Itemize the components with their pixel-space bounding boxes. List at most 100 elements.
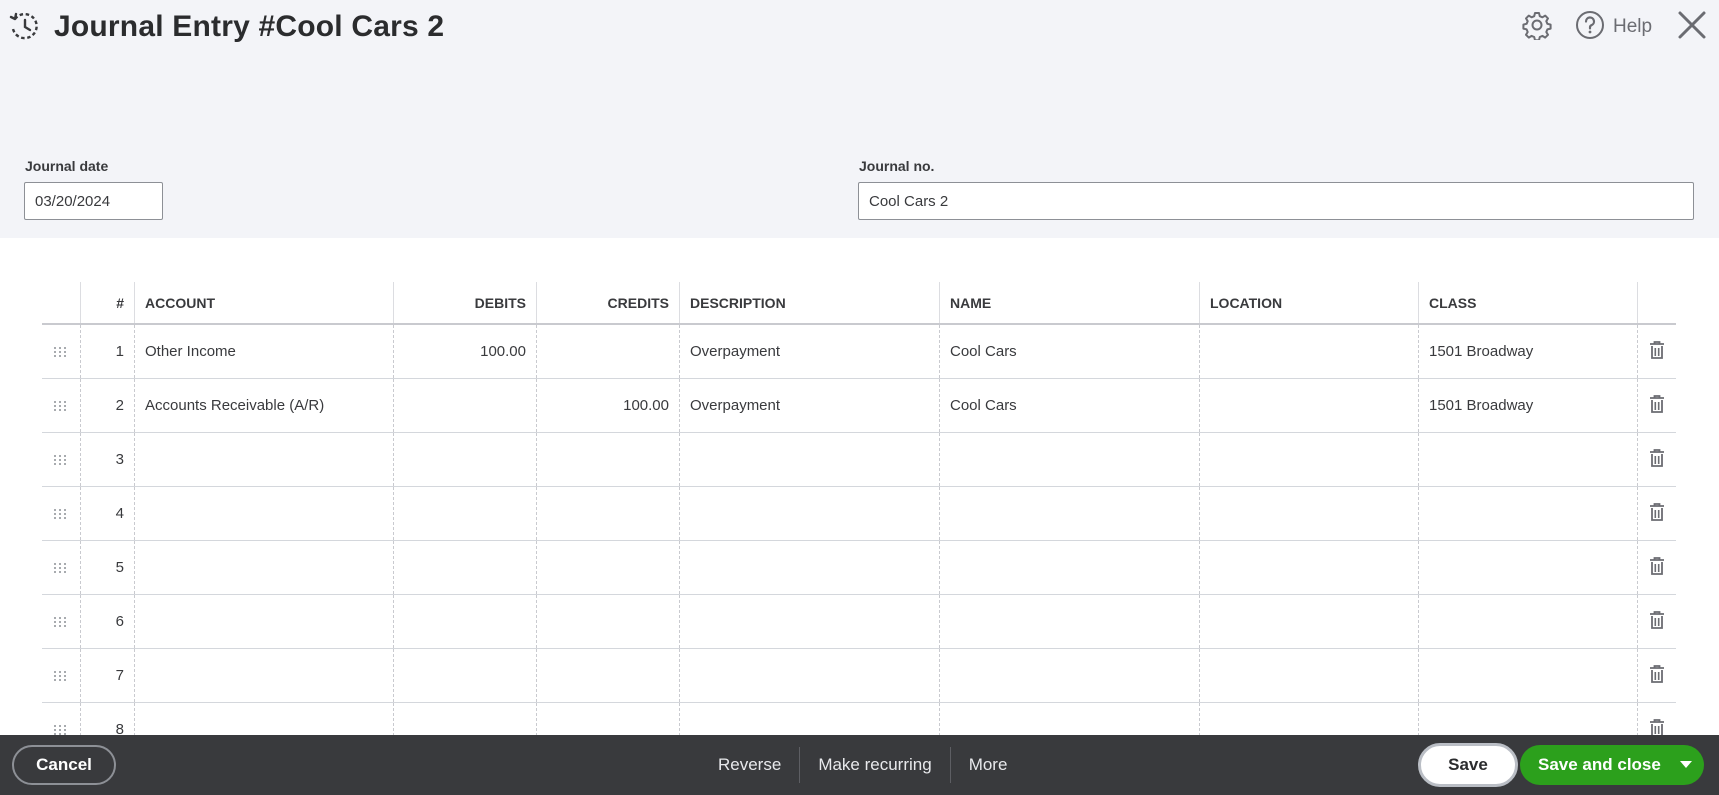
delete-line-button[interactable] — [1638, 433, 1676, 486]
credits-cell[interactable]: 100.00 — [537, 379, 679, 432]
trash-icon — [1649, 610, 1665, 634]
class-cell[interactable]: 1501 Broadway — [1419, 325, 1637, 378]
account-cell[interactable] — [135, 433, 393, 486]
description-cell[interactable] — [680, 433, 939, 486]
line-number: 4 — [115, 505, 124, 522]
drag-handle[interactable] — [42, 433, 80, 486]
save-options-dropdown[interactable] — [1668, 745, 1704, 785]
name-cell[interactable]: Cool Cars — [940, 379, 1199, 432]
trash-icon — [1649, 340, 1665, 364]
name-cell[interactable] — [940, 541, 1199, 594]
class-cell[interactable] — [1419, 541, 1637, 594]
credits-cell[interactable] — [537, 595, 679, 648]
location-cell[interactable] — [1200, 433, 1418, 486]
save-and-close-button[interactable]: Save and close — [1520, 745, 1668, 785]
delete-line-button[interactable] — [1638, 595, 1676, 648]
column-header-account: ACCOUNT — [145, 294, 215, 311]
description-cell[interactable] — [680, 595, 939, 648]
class-cell[interactable] — [1419, 487, 1637, 540]
gear-icon — [1522, 10, 1552, 45]
credits-cell[interactable] — [537, 649, 679, 702]
drag-handle-icon — [54, 454, 68, 465]
name-cell[interactable] — [940, 433, 1199, 486]
drag-handle[interactable] — [42, 649, 80, 702]
column-header-description: DESCRIPTION — [690, 294, 786, 311]
reverse-link[interactable]: Reverse — [700, 747, 799, 783]
delete-line-button[interactable] — [1638, 649, 1676, 702]
description-cell[interactable]: Overpayment — [680, 325, 939, 378]
account-cell[interactable] — [135, 487, 393, 540]
description-cell[interactable] — [680, 541, 939, 594]
debits-cell[interactable] — [394, 595, 536, 648]
debits-cell[interactable] — [394, 649, 536, 702]
column-header-credits: CREDITS — [607, 294, 669, 311]
delete-line-button[interactable] — [1638, 379, 1676, 432]
debits-cell[interactable] — [394, 541, 536, 594]
table-row: 5 — [42, 541, 1676, 595]
debits-cell[interactable]: 100.00 — [394, 325, 536, 378]
drag-handle[interactable] — [42, 595, 80, 648]
class-cell[interactable] — [1419, 595, 1637, 648]
debits-cell[interactable] — [394, 487, 536, 540]
location-cell[interactable] — [1200, 649, 1418, 702]
line-number: 7 — [115, 667, 124, 684]
column-header-debits: DEBITS — [474, 294, 526, 311]
name-cell[interactable] — [940, 595, 1199, 648]
account-cell[interactable]: Accounts Receivable (A/R) — [135, 379, 393, 432]
name-cell[interactable]: Cool Cars — [940, 325, 1199, 378]
cancel-button[interactable]: Cancel — [12, 745, 116, 785]
journal-no-label: Journal no. — [859, 158, 935, 174]
journal-no-input[interactable] — [858, 182, 1694, 220]
location-cell[interactable] — [1200, 595, 1418, 648]
trash-icon — [1649, 394, 1665, 418]
account-cell[interactable] — [135, 541, 393, 594]
delete-line-button[interactable] — [1638, 325, 1676, 378]
drag-handle[interactable] — [42, 541, 80, 594]
journal-date-input[interactable] — [24, 182, 163, 220]
credits-cell[interactable] — [537, 487, 679, 540]
name-cell[interactable] — [940, 649, 1199, 702]
class-cell[interactable]: 1501 Broadway — [1419, 379, 1637, 432]
location-cell[interactable] — [1200, 379, 1418, 432]
credits-cell[interactable] — [537, 325, 679, 378]
help-button[interactable]: Help — [1575, 10, 1657, 44]
table-row: 3 — [42, 433, 1676, 487]
description-cell[interactable] — [680, 487, 939, 540]
description-cell[interactable] — [680, 649, 939, 702]
line-number: 1 — [115, 343, 124, 360]
debits-cell[interactable] — [394, 379, 536, 432]
trash-icon — [1649, 664, 1665, 688]
settings-button[interactable] — [1522, 10, 1556, 44]
drag-handle[interactable] — [42, 379, 80, 432]
location-cell[interactable] — [1200, 325, 1418, 378]
drag-handle-icon — [54, 346, 68, 357]
name-cell[interactable] — [940, 487, 1199, 540]
drag-handle[interactable] — [42, 325, 80, 378]
drag-handle[interactable] — [42, 487, 80, 540]
drag-handle-icon — [54, 508, 68, 519]
drag-handle-icon — [54, 670, 68, 681]
delete-line-button[interactable] — [1638, 487, 1676, 540]
history-icon[interactable] — [8, 10, 42, 44]
more-link[interactable]: More — [951, 747, 1026, 783]
account-cell[interactable] — [135, 595, 393, 648]
location-cell[interactable] — [1200, 487, 1418, 540]
debits-cell[interactable] — [394, 433, 536, 486]
credits-cell[interactable] — [537, 433, 679, 486]
line-number: 2 — [115, 397, 124, 414]
line-number: 6 — [115, 613, 124, 630]
location-cell[interactable] — [1200, 541, 1418, 594]
make-recurring-link[interactable]: Make recurring — [800, 747, 949, 783]
delete-line-button[interactable] — [1638, 541, 1676, 594]
close-button[interactable] — [1677, 10, 1711, 44]
account-cell[interactable] — [135, 649, 393, 702]
class-cell[interactable] — [1419, 433, 1637, 486]
save-and-close-split-button: Save and close — [1520, 745, 1704, 785]
description-cell[interactable]: Overpayment — [680, 379, 939, 432]
drag-handle-icon — [54, 562, 68, 573]
journal-date-label: Journal date — [25, 158, 109, 174]
save-button[interactable]: Save — [1418, 743, 1518, 787]
account-cell[interactable]: Other Income — [135, 325, 393, 378]
class-cell[interactable] — [1419, 649, 1637, 702]
credits-cell[interactable] — [537, 541, 679, 594]
